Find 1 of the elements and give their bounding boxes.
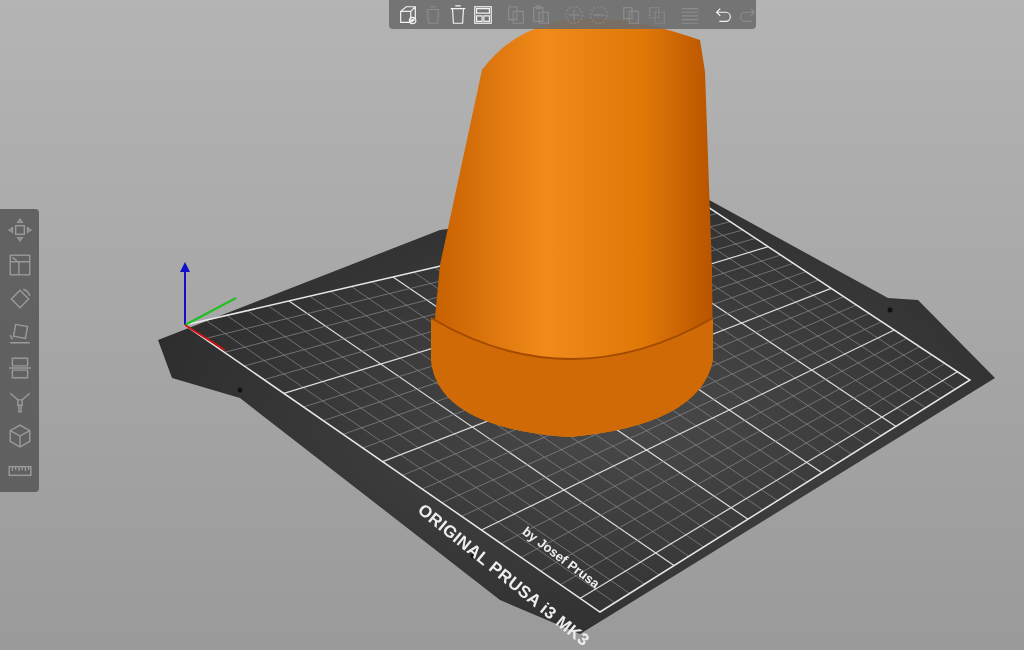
- paste-icon[interactable]: [530, 2, 552, 27]
